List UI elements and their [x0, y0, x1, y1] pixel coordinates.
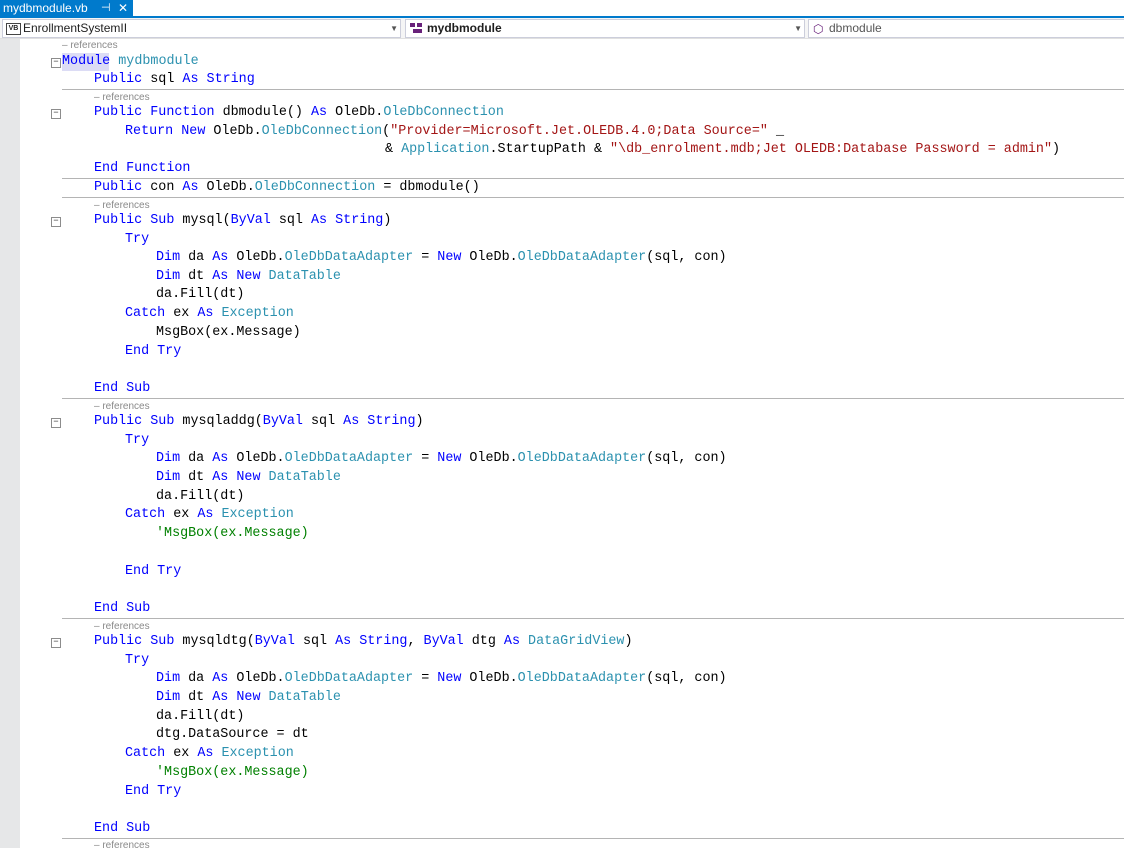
chevron-down-icon: ▼ [794, 24, 802, 33]
collapse-icon[interactable]: − [51, 217, 61, 227]
code-line: Dim dt As New DataTable [156, 269, 341, 284]
code-line: dtg.DataSource = dt [156, 727, 309, 742]
code-line: End Sub [94, 821, 151, 836]
pin-icon[interactable]: ⊣ [101, 0, 111, 16]
collapse-icon[interactable]: − [51, 418, 61, 428]
method-separator [62, 89, 1124, 90]
code-line: Public Sub mysqldtg(ByVal sql As String,… [94, 634, 633, 649]
code-line: Catch ex As Exception [125, 306, 294, 321]
code-line: End Function [94, 161, 191, 176]
code-line: MsgBox(ex.Message) [156, 325, 301, 340]
code-line: Return New OleDb.OleDbConnection("Provid… [125, 124, 784, 139]
collapse-icon[interactable]: − [51, 638, 61, 648]
member-dropdown-label: dbmodule [829, 21, 882, 35]
vb-file-icon: VB [6, 23, 21, 35]
collapse-icon[interactable]: − [51, 58, 61, 68]
references-codelens[interactable]: – references [94, 621, 150, 633]
code-line: Dim dt As New DataTable [156, 690, 341, 705]
code-line: Public Function dbmodule() As OleDb.OleD… [94, 105, 504, 120]
code-line: & Application.StartupPath & "\db_enrolme… [385, 142, 1061, 157]
code-line: Public Sub mysql(ByVal sql As String) [94, 213, 392, 228]
code-line: End Sub [94, 601, 151, 616]
method-separator [62, 838, 1124, 839]
code-line: End Try [125, 564, 182, 579]
project-dropdown-label: EnrollmentSystemII [23, 21, 128, 35]
code-line: Try [125, 653, 150, 668]
code-line: 'MsgBox(ex.Message) [156, 526, 309, 541]
code-line: Catch ex As Exception [125, 507, 294, 522]
close-icon[interactable]: ✕ [118, 0, 128, 16]
code-line: da.Fill(dt) [156, 287, 245, 302]
code-line: Public sql As String [94, 72, 255, 87]
references-codelens[interactable]: – references [94, 92, 150, 104]
code-editor[interactable]: – references − Module mydbmodule Public … [0, 39, 1124, 851]
tab-mydbmodule[interactable]: mydbmodule.vb ⊣ ✕ [0, 0, 133, 16]
project-dropdown[interactable]: VB EnrollmentSystemII ▼ [2, 19, 401, 38]
method-separator [62, 618, 1124, 619]
code-line: Try [125, 232, 150, 247]
code-line: Dim da As OleDb.OleDbDataAdapter = New O… [156, 250, 727, 265]
editor-gutter [0, 39, 20, 848]
method-separator [62, 398, 1124, 399]
code-line: Public con As OleDb.OleDbConnection = db… [94, 180, 480, 195]
module-icon [410, 23, 422, 34]
code-line: Try [125, 433, 150, 448]
member-dropdown[interactable]: ⬡ dbmodule [808, 19, 1124, 38]
code-line: Dim da As OleDb.OleDbDataAdapter = New O… [156, 671, 727, 686]
code-line: 'MsgBox(ex.Message) [156, 765, 309, 780]
code-line: End Try [125, 344, 182, 359]
tab-title: mydbmodule.vb [3, 1, 88, 15]
references-codelens[interactable]: – references [94, 200, 150, 212]
code-line: Dim da As OleDb.OleDbDataAdapter = New O… [156, 451, 727, 466]
code-line: End Try [125, 784, 182, 799]
document-tab-strip: mydbmodule.vb ⊣ ✕ [0, 0, 1124, 18]
navigation-bar: VB EnrollmentSystemII ▼ mydbmodule ▼ ⬡ d… [0, 18, 1124, 39]
chevron-down-icon: ▼ [390, 24, 398, 33]
code-line: Dim dt As New DataTable [156, 470, 341, 485]
code-line: Public Sub mysqladdg(ByVal sql As String… [94, 414, 424, 429]
method-separator [62, 197, 1124, 198]
code-line: da.Fill(dt) [156, 489, 245, 504]
code-line: Module mydbmodule [62, 54, 199, 69]
code-line: Catch ex As Exception [125, 746, 294, 761]
collapse-icon[interactable]: − [51, 109, 61, 119]
code-line: End Sub [94, 381, 151, 396]
type-dropdown[interactable]: mydbmodule ▼ [405, 19, 805, 38]
type-dropdown-label: mydbmodule [427, 21, 502, 35]
code-line: da.Fill(dt) [156, 709, 245, 724]
references-codelens[interactable]: – references [94, 840, 150, 852]
method-icon: ⬡ [813, 22, 824, 36]
references-codelens[interactable]: – references [94, 401, 150, 413]
references-codelens[interactable]: – references [62, 40, 118, 52]
